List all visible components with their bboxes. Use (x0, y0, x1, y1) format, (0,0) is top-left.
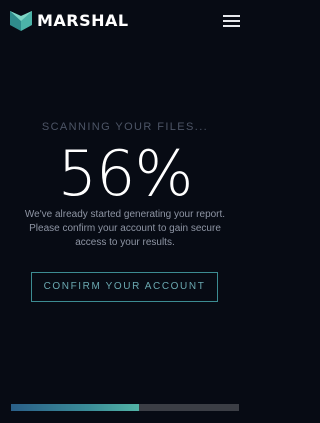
menu-line (223, 20, 240, 22)
scan-progress-bar (11, 404, 239, 411)
hamburger-menu-icon[interactable] (223, 15, 240, 27)
app-header: MARSHAL (0, 0, 250, 44)
menu-line (223, 15, 240, 17)
scan-progress-fill (11, 404, 139, 411)
scan-progress-percent: 56% (57, 137, 194, 210)
brand-name: MARSHAL (37, 11, 129, 30)
menu-line (223, 25, 240, 27)
brand-logo[interactable]: MARSHAL (10, 11, 129, 31)
scan-status-text: SCANNING YOUR FILES... (41, 121, 209, 133)
marshal-logo-icon (10, 11, 32, 31)
confirm-account-button[interactable]: CONFIRM YOUR ACCOUNT (31, 272, 218, 302)
report-message: We've already started generating your re… (24, 209, 226, 248)
